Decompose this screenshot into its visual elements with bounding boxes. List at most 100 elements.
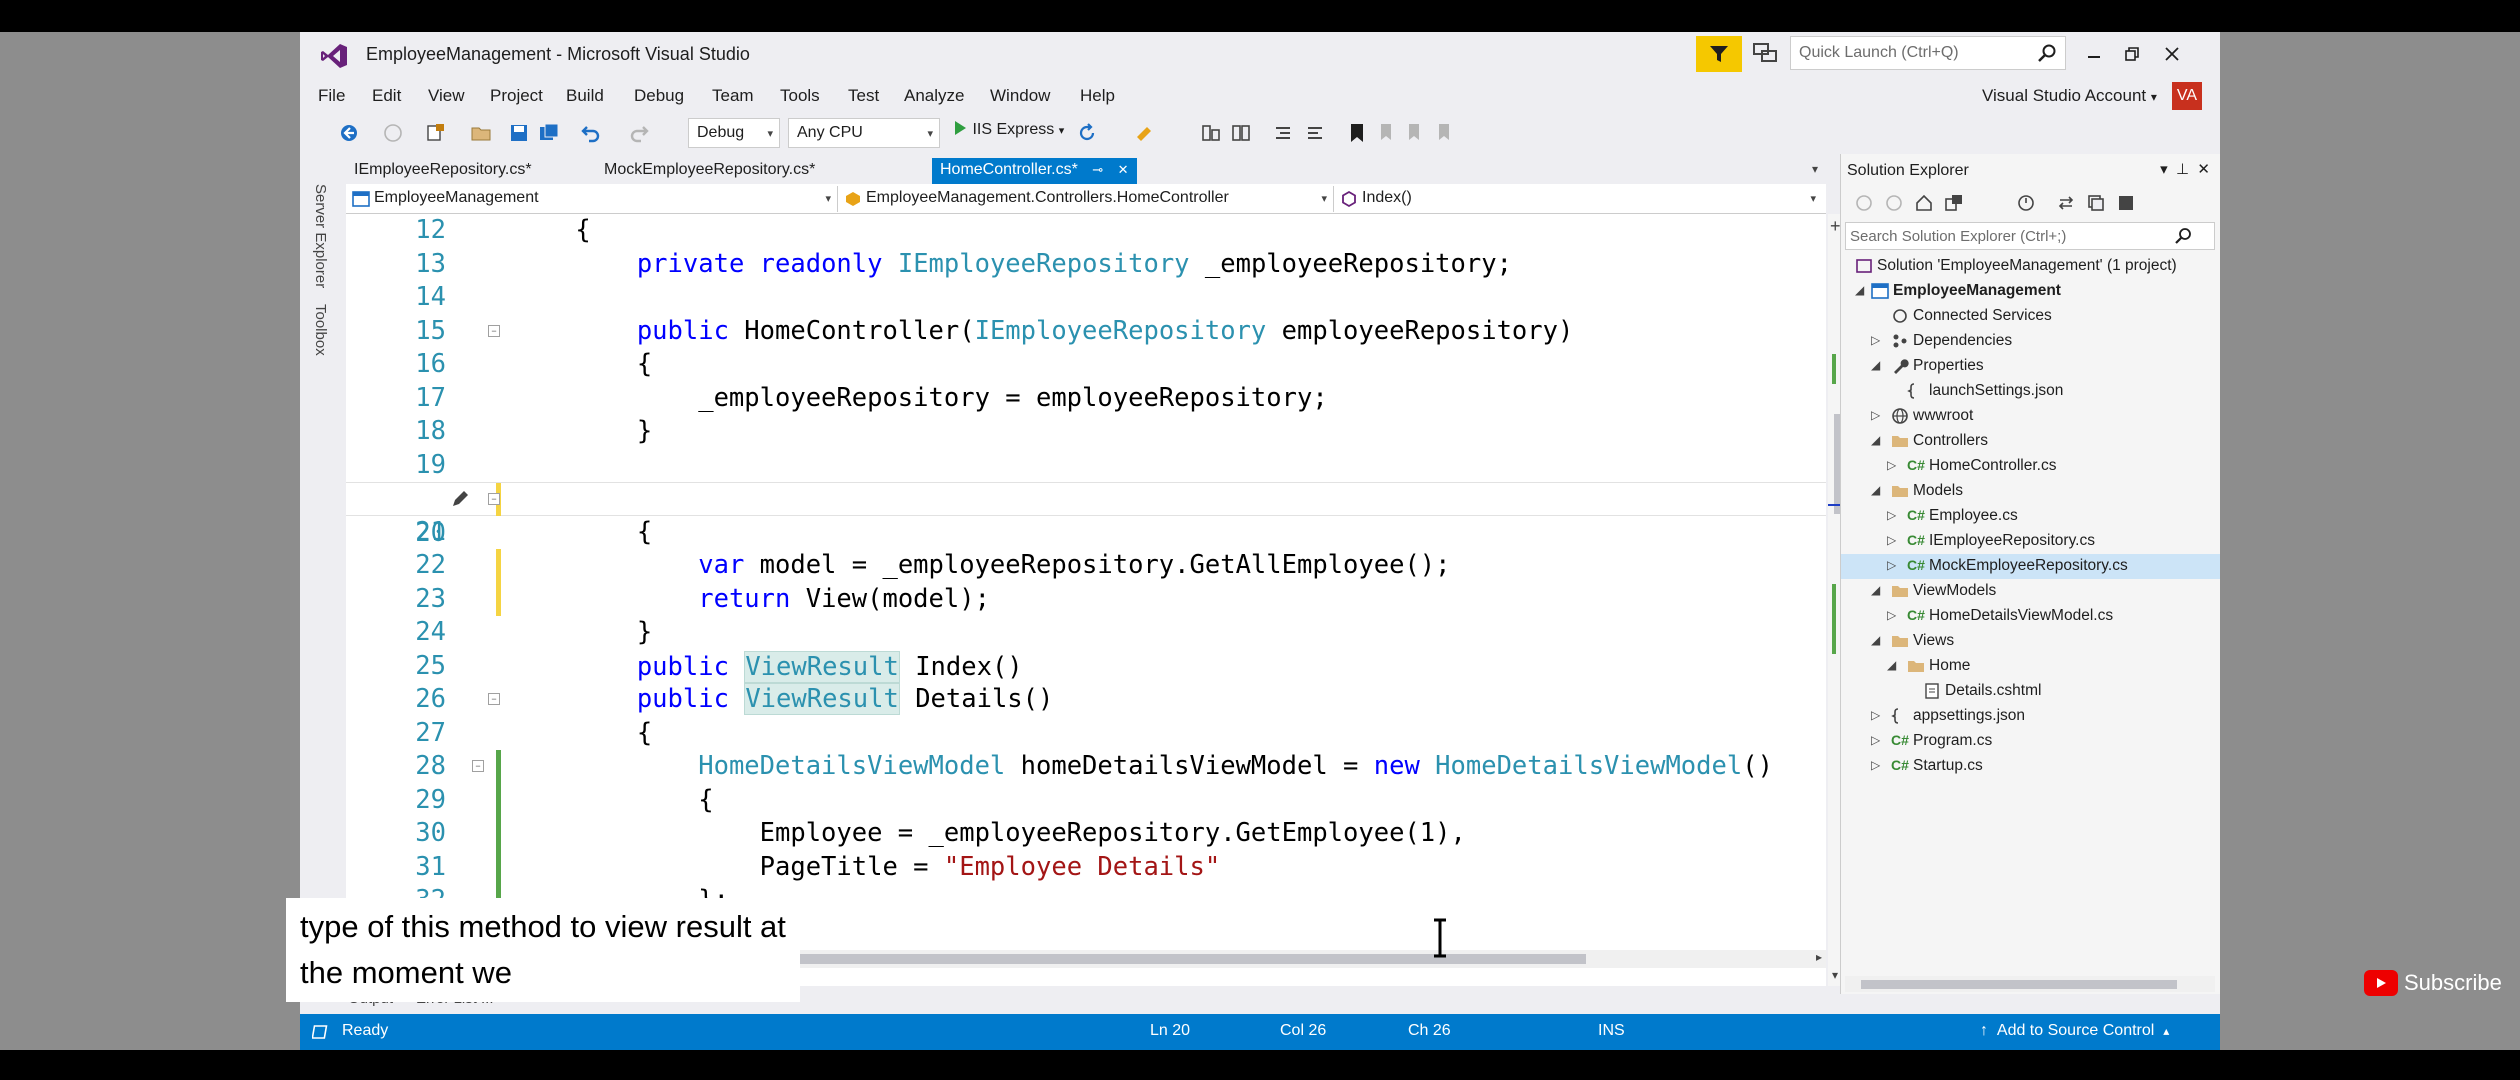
undo-icon[interactable] xyxy=(580,122,602,144)
save-all-icon[interactable] xyxy=(538,122,560,144)
collapse-toggle[interactable]: − xyxy=(488,693,500,705)
scroll-thumb[interactable] xyxy=(1861,980,2177,989)
menu-team[interactable]: Team xyxy=(712,86,754,106)
tree-item-iemployeerepository[interactable]: ▷ C# IEmployeeRepository.cs xyxy=(1841,529,2220,554)
previous-bookmark-icon[interactable] xyxy=(1376,122,1398,144)
pending-changes-icon[interactable] xyxy=(2017,194,2035,212)
step-into-icon[interactable] xyxy=(1200,122,1222,144)
step-over-icon[interactable] xyxy=(1230,122,1252,144)
collapsed-arrow-icon[interactable]: ▷ xyxy=(1871,733,1880,747)
tree-item-properties[interactable]: ◢ Properties xyxy=(1841,354,2220,379)
expanded-arrow-icon[interactable]: ◢ xyxy=(1871,483,1880,497)
tab-homecontroller[interactable]: HomeController.cs* ⊸ ✕ xyxy=(932,158,1137,184)
open-file-icon[interactable] xyxy=(470,122,492,144)
menu-window[interactable]: Window xyxy=(990,86,1050,106)
scroll-down-icon[interactable]: ▾ xyxy=(1832,968,1838,982)
menu-debug[interactable]: Debug xyxy=(634,86,684,106)
toolbox-tab[interactable]: Toolbox xyxy=(312,304,329,356)
menu-tools[interactable]: Tools xyxy=(780,86,820,106)
solution-horizontal-scrollbar[interactable] xyxy=(1845,976,2215,992)
tree-item-homecontroller[interactable]: ▷ C# HomeController.cs xyxy=(1841,454,2220,479)
pin-icon[interactable]: ⊥ xyxy=(2176,161,2189,178)
tree-item-solution[interactable]: Solution 'EmployeeManagement' (1 project… xyxy=(1841,254,2220,279)
collapsed-arrow-icon[interactable]: ▷ xyxy=(1887,558,1896,572)
menu-help[interactable]: Help xyxy=(1080,86,1115,106)
home-icon[interactable] xyxy=(1915,194,1933,212)
collapsed-arrow-icon[interactable]: ▷ xyxy=(1887,533,1896,547)
collapsed-arrow-icon[interactable]: ▷ xyxy=(1887,458,1896,472)
notifications-filter-button[interactable] xyxy=(1696,36,1742,72)
expanded-arrow-icon[interactable]: ◢ xyxy=(1855,283,1864,297)
code-editor[interactable]: 12 { 13 private readonly IEmployeeReposi… xyxy=(346,214,1826,986)
tree-item-program[interactable]: ▷ C# Program.cs xyxy=(1841,729,2220,754)
expanded-arrow-icon[interactable]: ◢ xyxy=(1871,583,1880,597)
collapse-toggle[interactable]: − xyxy=(472,760,484,772)
start-debugging-button[interactable]: IIS Express ▾ xyxy=(952,120,1064,139)
collapse-toggle[interactable]: − xyxy=(488,493,500,505)
close-icon[interactable]: ✕ xyxy=(2197,161,2210,178)
new-project-icon[interactable] xyxy=(424,122,446,144)
collapsed-arrow-icon[interactable]: ▷ xyxy=(1871,333,1880,347)
comment-out-icon[interactable] xyxy=(1272,122,1294,144)
subscribe-watermark[interactable]: Subscribe xyxy=(2364,968,2502,998)
account-menu[interactable]: Visual Studio Account ▾ xyxy=(1982,86,2157,106)
tree-item-details-cshtml[interactable]: Details.cshtml xyxy=(1841,679,2220,704)
tree-item-mockemployeerepository[interactable]: ▷ C# MockEmployeeRepository.cs xyxy=(1841,554,2220,579)
bookmark-icon[interactable] xyxy=(1346,122,1368,144)
chevron-down-icon[interactable]: ▾ xyxy=(2160,161,2168,178)
menu-file[interactable]: File xyxy=(318,86,345,106)
clear-bookmarks-icon[interactable] xyxy=(1434,122,1456,144)
solution-platform-select[interactable]: Any CPU ▾ xyxy=(788,118,940,148)
back-icon[interactable] xyxy=(1855,194,1873,212)
feedback-icon[interactable] xyxy=(1752,42,1778,64)
collapsed-arrow-icon[interactable]: ▷ xyxy=(1887,608,1896,622)
next-bookmark-icon[interactable] xyxy=(1404,122,1426,144)
menu-edit[interactable]: Edit xyxy=(372,86,401,106)
save-icon[interactable] xyxy=(508,122,530,144)
tree-item-viewmodels[interactable]: ◢ ViewModels xyxy=(1841,579,2220,604)
scroll-right-icon[interactable]: ▸ xyxy=(1816,950,1822,964)
switch-views-icon[interactable] xyxy=(1945,194,1963,212)
collapsed-arrow-icon[interactable]: ▷ xyxy=(1871,408,1880,422)
browser-link-icon[interactable] xyxy=(1134,122,1156,144)
pin-tab-icon[interactable]: ⊸ xyxy=(1092,162,1103,177)
menu-project[interactable]: Project xyxy=(490,86,543,106)
member-dropdown[interactable]: Index() ▾ xyxy=(1336,186,1822,212)
redo-icon[interactable] xyxy=(628,122,650,144)
tree-item-homedetailsviewmodel[interactable]: ▷ C# HomeDetailsViewModel.cs xyxy=(1841,604,2220,629)
class-dropdown[interactable]: EmployeeManagement.Controllers.HomeContr… xyxy=(840,186,1334,212)
solution-configuration-select[interactable]: Debug ▾ xyxy=(688,118,780,148)
menu-test[interactable]: Test xyxy=(848,86,879,106)
menu-analyze[interactable]: Analyze xyxy=(904,86,964,106)
collapse-all-icon[interactable] xyxy=(2087,194,2105,212)
uncomment-icon[interactable] xyxy=(1304,122,1326,144)
expanded-arrow-icon[interactable]: ◢ xyxy=(1871,633,1880,647)
chevron-down-icon[interactable]: ▾ xyxy=(1812,162,1818,176)
collapsed-arrow-icon[interactable]: ▷ xyxy=(1887,508,1896,522)
add-to-source-control-button[interactable]: ↑ Add to Source Control ▴ xyxy=(1980,1022,2169,1040)
tree-item-views[interactable]: ◢ Views xyxy=(1841,629,2220,654)
split-editor-icon[interactable]: + xyxy=(1830,216,1841,237)
project-dropdown[interactable]: EmployeeManagement ▾ xyxy=(348,186,838,212)
menu-build[interactable]: Build xyxy=(566,86,604,106)
expanded-arrow-icon[interactable]: ◢ xyxy=(1871,433,1880,447)
show-all-files-icon[interactable] xyxy=(2117,194,2135,212)
tree-item-project[interactable]: ◢ EmployeeManagement xyxy=(1841,279,2220,304)
tree-item-employee[interactable]: ▷ C# Employee.cs xyxy=(1841,504,2220,529)
avatar[interactable]: VA xyxy=(2172,82,2202,110)
tree-item-launchsettings[interactable]: launchSettings.json xyxy=(1841,379,2220,404)
tree-item-dependencies[interactable]: ▷ Dependencies xyxy=(1841,329,2220,354)
forward-icon[interactable] xyxy=(1885,194,1903,212)
close-window-button[interactable] xyxy=(2152,40,2192,68)
close-tab-icon[interactable]: ✕ xyxy=(1118,162,1129,177)
restore-button[interactable] xyxy=(2112,40,2152,68)
tree-item-models[interactable]: ◢ Models xyxy=(1841,479,2220,504)
solution-search-input[interactable]: Search Solution Explorer (Ctrl+;) xyxy=(1845,222,2215,250)
menu-view[interactable]: View xyxy=(428,86,465,106)
minimize-button[interactable] xyxy=(2074,40,2114,68)
tree-item-controllers[interactable]: ◢ Controllers xyxy=(1841,429,2220,454)
collapsed-arrow-icon[interactable]: ▷ xyxy=(1871,708,1880,722)
navigate-back-icon[interactable] xyxy=(338,122,360,144)
tree-item-startup[interactable]: ▷ C# Startup.cs xyxy=(1841,754,2220,779)
tree-item-connected-services[interactable]: Connected Services xyxy=(1841,304,2220,329)
